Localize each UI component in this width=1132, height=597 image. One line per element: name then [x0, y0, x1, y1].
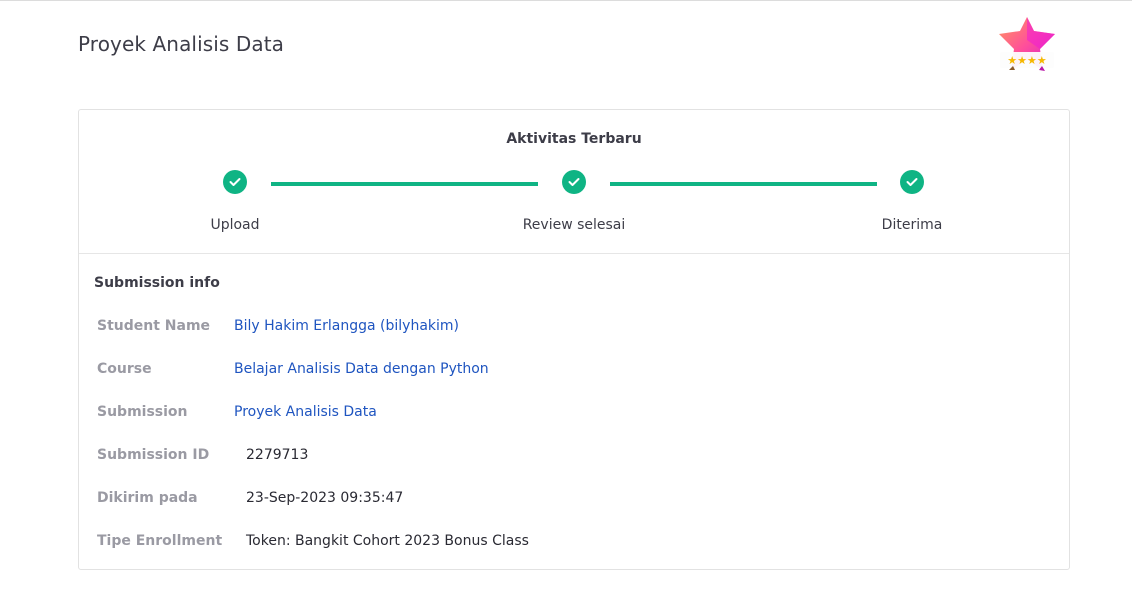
submission-label: Submission — [97, 404, 188, 420]
star-rating-badge-icon: ★★★★ — [996, 14, 1058, 76]
submission-info-title: Submission info — [94, 275, 220, 291]
step-label-accepted: Diterima — [881, 217, 943, 233]
step-connector-1 — [271, 182, 538, 186]
step-review-check-icon — [562, 170, 586, 194]
student-name-link[interactable]: Bily Hakim Erlangga (bilyhakim) — [234, 318, 459, 334]
submission-link[interactable]: Proyek Analisis Data — [234, 404, 377, 420]
submission-card: Aktivitas Terbaru Upload Review selesai … — [78, 109, 1070, 570]
course-label: Course — [97, 361, 152, 377]
course-link[interactable]: Belajar Analisis Data dengan Python — [234, 361, 489, 377]
step-accepted-check-icon — [900, 170, 924, 194]
step-connector-2 — [610, 182, 877, 186]
enrollment-type-label: Tipe Enrollment — [97, 533, 223, 549]
student-name-label: Student Name — [97, 318, 211, 334]
svg-text:★★★★: ★★★★ — [1007, 54, 1047, 67]
sent-at-label: Dikirim pada — [97, 490, 198, 506]
activity-title: Aktivitas Terbaru — [506, 131, 642, 147]
activity-section: Aktivitas Terbaru Upload Review selesai … — [79, 110, 1069, 254]
sent-at-value: 23-Sep-2023 09:35:47 — [246, 490, 404, 506]
top-border — [0, 0, 1132, 1]
page-title: Proyek Analisis Data — [78, 32, 285, 56]
enrollment-type-value: Token: Bangkit Cohort 2023 Bonus Class — [246, 533, 529, 549]
step-label-review: Review selesai — [522, 217, 626, 233]
submission-id-value: 2279713 — [246, 447, 309, 463]
step-upload-check-icon — [223, 170, 247, 194]
step-label-upload: Upload — [210, 217, 260, 233]
submission-id-label: Submission ID — [97, 447, 210, 463]
